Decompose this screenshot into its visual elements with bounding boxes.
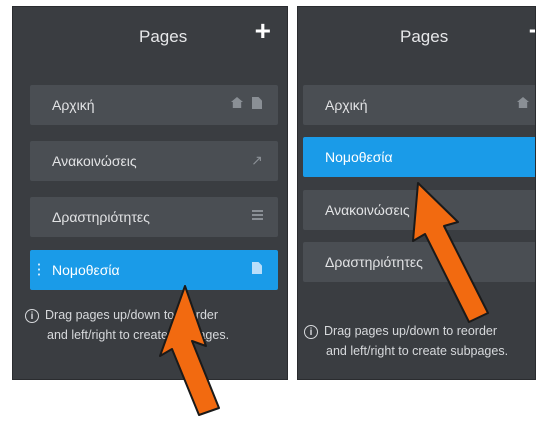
left-annotation-arrow [159,285,220,416]
right-annotation-arrow [412,182,489,323]
annotation-arrows [159,182,489,416]
